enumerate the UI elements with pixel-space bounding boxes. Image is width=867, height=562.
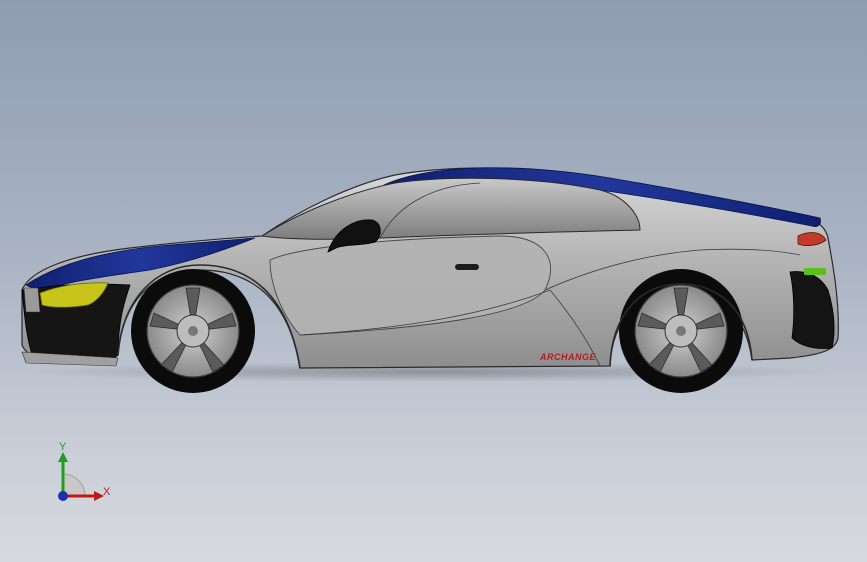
side-window (260, 177, 641, 240)
front-grille (23, 287, 41, 313)
rear-wheel (619, 269, 743, 393)
z-axis-dot (58, 491, 68, 501)
y-axis-label: Y (59, 441, 67, 453)
view-triad: Y X (48, 440, 118, 510)
rear-reflector (804, 268, 826, 275)
car-model[interactable]: ARCHANGE (0, 0, 867, 562)
y-axis-arrow (58, 452, 68, 462)
side-badge: ARCHANGE (539, 352, 596, 362)
front-wheel (131, 269, 255, 393)
door-handle (455, 264, 479, 270)
graphics-viewport[interactable]: ARCHANGE Y X (0, 0, 867, 562)
x-axis-label: X (103, 486, 111, 498)
